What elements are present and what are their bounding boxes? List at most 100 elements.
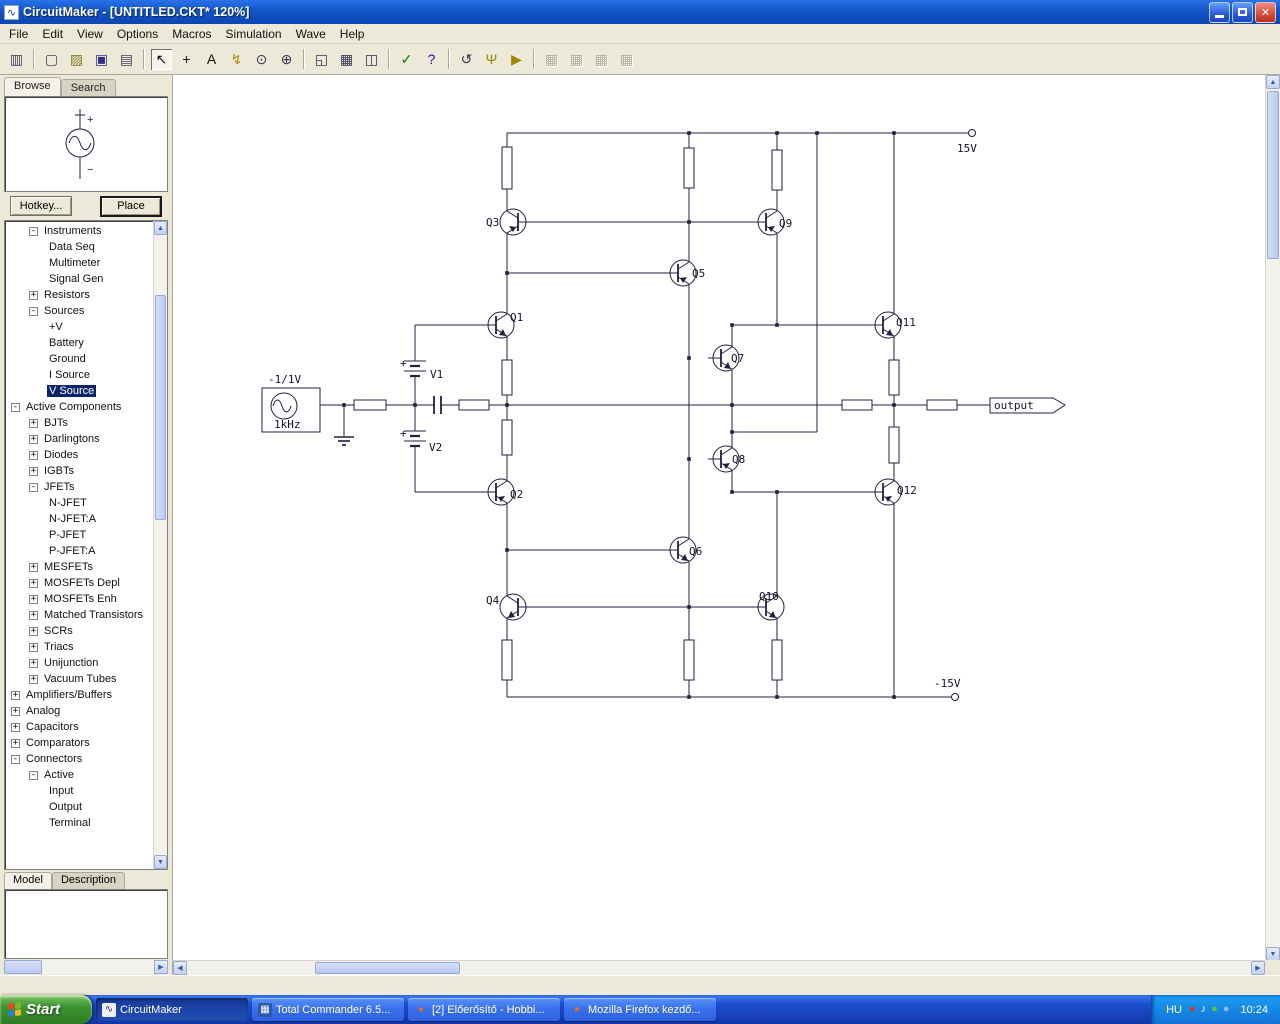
tray-icon-messenger[interactable]: ● xyxy=(1223,1004,1230,1015)
help-icon[interactable]: ? xyxy=(420,47,443,71)
tree-item-label[interactable]: V Source xyxy=(47,385,97,397)
expand-icon[interactable]: + xyxy=(29,594,38,604)
tree-item-label[interactable]: Triacs xyxy=(42,641,76,653)
tree-item-resistors[interactable]: + Resistors xyxy=(5,287,153,303)
start-button[interactable]: Start xyxy=(0,995,92,1024)
save-file-icon[interactable]: ▣ xyxy=(90,47,113,71)
collapse-icon[interactable]: - xyxy=(11,402,20,412)
menu-item-macros[interactable]: Macros xyxy=(165,25,218,43)
tree-item-n-jfet-a[interactable]: N-JFET:A xyxy=(5,511,153,527)
tree-item-mosfets-depl[interactable]: + MOSFETs Depl xyxy=(5,575,153,591)
expand-icon[interactable]: + xyxy=(29,450,38,460)
analyses-setup-icon[interactable]: Ψ xyxy=(480,47,503,71)
restore-button[interactable] xyxy=(1232,1,1253,23)
battery[interactable] xyxy=(404,429,426,451)
expand-icon[interactable]: + xyxy=(29,658,38,668)
left-panel-hscrollbar[interactable]: ▶ xyxy=(4,960,168,974)
component-browser-icon[interactable]: ▥ xyxy=(5,47,28,71)
tree-item-p-jfet[interactable]: P-JFET xyxy=(5,527,153,543)
tree-item-label[interactable]: +V xyxy=(47,321,65,333)
tree-item-label[interactable]: N-JFET xyxy=(47,497,89,509)
tree-item-label[interactable]: Multimeter xyxy=(47,257,102,269)
tree-item-label[interactable]: Instruments xyxy=(42,225,103,237)
battery[interactable] xyxy=(404,359,426,381)
tree-item-label[interactable]: SCRs xyxy=(42,625,75,637)
tree-item-signal-gen[interactable]: Signal Gen xyxy=(5,271,153,287)
expand-icon[interactable]: + xyxy=(29,434,38,444)
tab-browse[interactable]: Browse xyxy=(4,77,61,96)
expand-icon[interactable]: + xyxy=(29,578,38,588)
left-panel-hscroll-thumb[interactable] xyxy=(4,960,42,974)
menu-item-view[interactable]: View xyxy=(70,25,110,43)
tree-item-jfets[interactable]: - JFETs xyxy=(5,479,153,495)
expand-icon[interactable]: + xyxy=(29,290,38,300)
schematic-canvas[interactable]: Q1 Q2 Q3 Q4 Q5 Q6 Q7 Q8 Q9 Q10 Q11 Q12 output 15V -15V… xyxy=(172,75,1280,975)
tree-item-analog[interactable]: + Analog xyxy=(5,703,153,719)
tree-scroll-down-icon[interactable]: ▼ xyxy=(154,855,167,869)
tree-item-label[interactable]: Ground xyxy=(47,353,88,365)
close-button[interactable]: ✕ xyxy=(1255,1,1276,23)
capacitor[interactable] xyxy=(433,396,442,414)
tree-item-n-jfet[interactable]: N-JFET xyxy=(5,495,153,511)
tree-item-label[interactable]: Vacuum Tubes xyxy=(42,673,119,685)
erc-check-icon[interactable]: ✓ xyxy=(395,47,418,71)
place-button[interactable]: Place xyxy=(100,195,162,217)
tab-description[interactable]: Description xyxy=(51,872,125,889)
tree-item-label[interactable]: Data Seq xyxy=(47,241,97,253)
tree-item-mesfets[interactable]: + MESFETs xyxy=(5,559,153,575)
tree-item-i-source[interactable]: I Source xyxy=(5,367,153,383)
open-file-icon[interactable]: ▨ xyxy=(65,47,88,71)
split-view-icon[interactable]: ◫ xyxy=(360,47,383,71)
ground-symbol[interactable] xyxy=(334,436,354,446)
transistor-q7[interactable]: Q7 xyxy=(708,332,744,384)
transistor-q9[interactable]: Q9 xyxy=(753,196,792,248)
taskbar-task-mozilla-firefox-kezd[interactable]: ● Mozilla Firefox kezdő... xyxy=(564,998,716,1021)
print-icon[interactable]: ▤ xyxy=(115,47,138,71)
tree-item-output[interactable]: Output xyxy=(5,799,153,815)
tray-icon-network[interactable]: ● xyxy=(1211,1004,1218,1015)
menu-item-edit[interactable]: Edit xyxy=(35,25,70,43)
menu-item-file[interactable]: File xyxy=(2,25,35,43)
canvas-vscrollbar[interactable]: ▲ ▼ xyxy=(1265,75,1280,961)
zoom-select-icon[interactable]: ◱ xyxy=(310,47,333,71)
select-tool-icon[interactable]: ↖ xyxy=(150,47,173,71)
tree-item-mosfets-enh[interactable]: + MOSFETs Enh xyxy=(5,591,153,607)
taskbar-task-2-el-er-s-t-hobbi[interactable]: ● [2] Előerősítő - Hobbi... xyxy=(408,998,560,1021)
tree-item-label[interactable]: P-JFET:A xyxy=(47,545,97,557)
tab-model[interactable]: Model xyxy=(4,872,52,889)
transistor-q3[interactable]: Q3 xyxy=(486,196,531,248)
collapse-icon[interactable]: - xyxy=(11,754,20,764)
tree-item-scrs[interactable]: + SCRs xyxy=(5,623,153,639)
tree-item-label[interactable]: N-JFET:A xyxy=(47,513,98,525)
tree-item-igbts[interactable]: + IGBTs xyxy=(5,463,153,479)
tree-item-instruments[interactable]: - Instruments xyxy=(5,223,153,239)
tree-item-label[interactable]: Active Components xyxy=(24,401,123,413)
transistor-q1[interactable]: Q1 xyxy=(483,299,523,351)
tree-item-multimeter[interactable]: Multimeter xyxy=(5,255,153,271)
transistor-q5[interactable]: Q5 xyxy=(665,247,705,299)
tree-item-label[interactable]: Terminal xyxy=(47,817,93,829)
tab-search[interactable]: Search xyxy=(60,79,116,96)
tree-item-matched-transistors[interactable]: + Matched Transistors xyxy=(5,607,153,623)
expand-icon[interactable]: + xyxy=(29,674,38,684)
text-tool-icon[interactable]: A xyxy=(200,47,223,71)
output-connector[interactable]: output xyxy=(989,397,1066,414)
expand-icon[interactable]: + xyxy=(29,610,38,620)
expand-icon[interactable]: + xyxy=(29,418,38,428)
tree-item-amplifiers-buffers[interactable]: + Amplifiers/Buffers xyxy=(5,687,153,703)
tree-item-label[interactable]: Sources xyxy=(42,305,86,317)
transistor-q12[interactable]: Q12 xyxy=(870,466,917,518)
zoom-tool-icon[interactable]: ⊕ xyxy=(275,47,298,71)
expand-icon[interactable]: + xyxy=(29,626,38,636)
tree-item-label[interactable]: MESFETs xyxy=(42,561,95,573)
collapse-icon[interactable]: - xyxy=(29,482,38,492)
minimize-button[interactable] xyxy=(1209,1,1230,23)
canvas-hscroll-thumb[interactable] xyxy=(315,962,460,974)
tree-item-capacitors[interactable]: + Capacitors xyxy=(5,719,153,735)
power-terminals[interactable] xyxy=(951,129,976,701)
tree-item-v-source[interactable]: V Source xyxy=(5,383,153,399)
canvas-vscroll-thumb[interactable] xyxy=(1267,91,1279,259)
tray-icon-alert[interactable]: ● xyxy=(1189,1004,1196,1015)
tree-item-darlingtons[interactable]: + Darlingtons xyxy=(5,431,153,447)
new-file-icon[interactable]: ▢ xyxy=(40,47,63,71)
